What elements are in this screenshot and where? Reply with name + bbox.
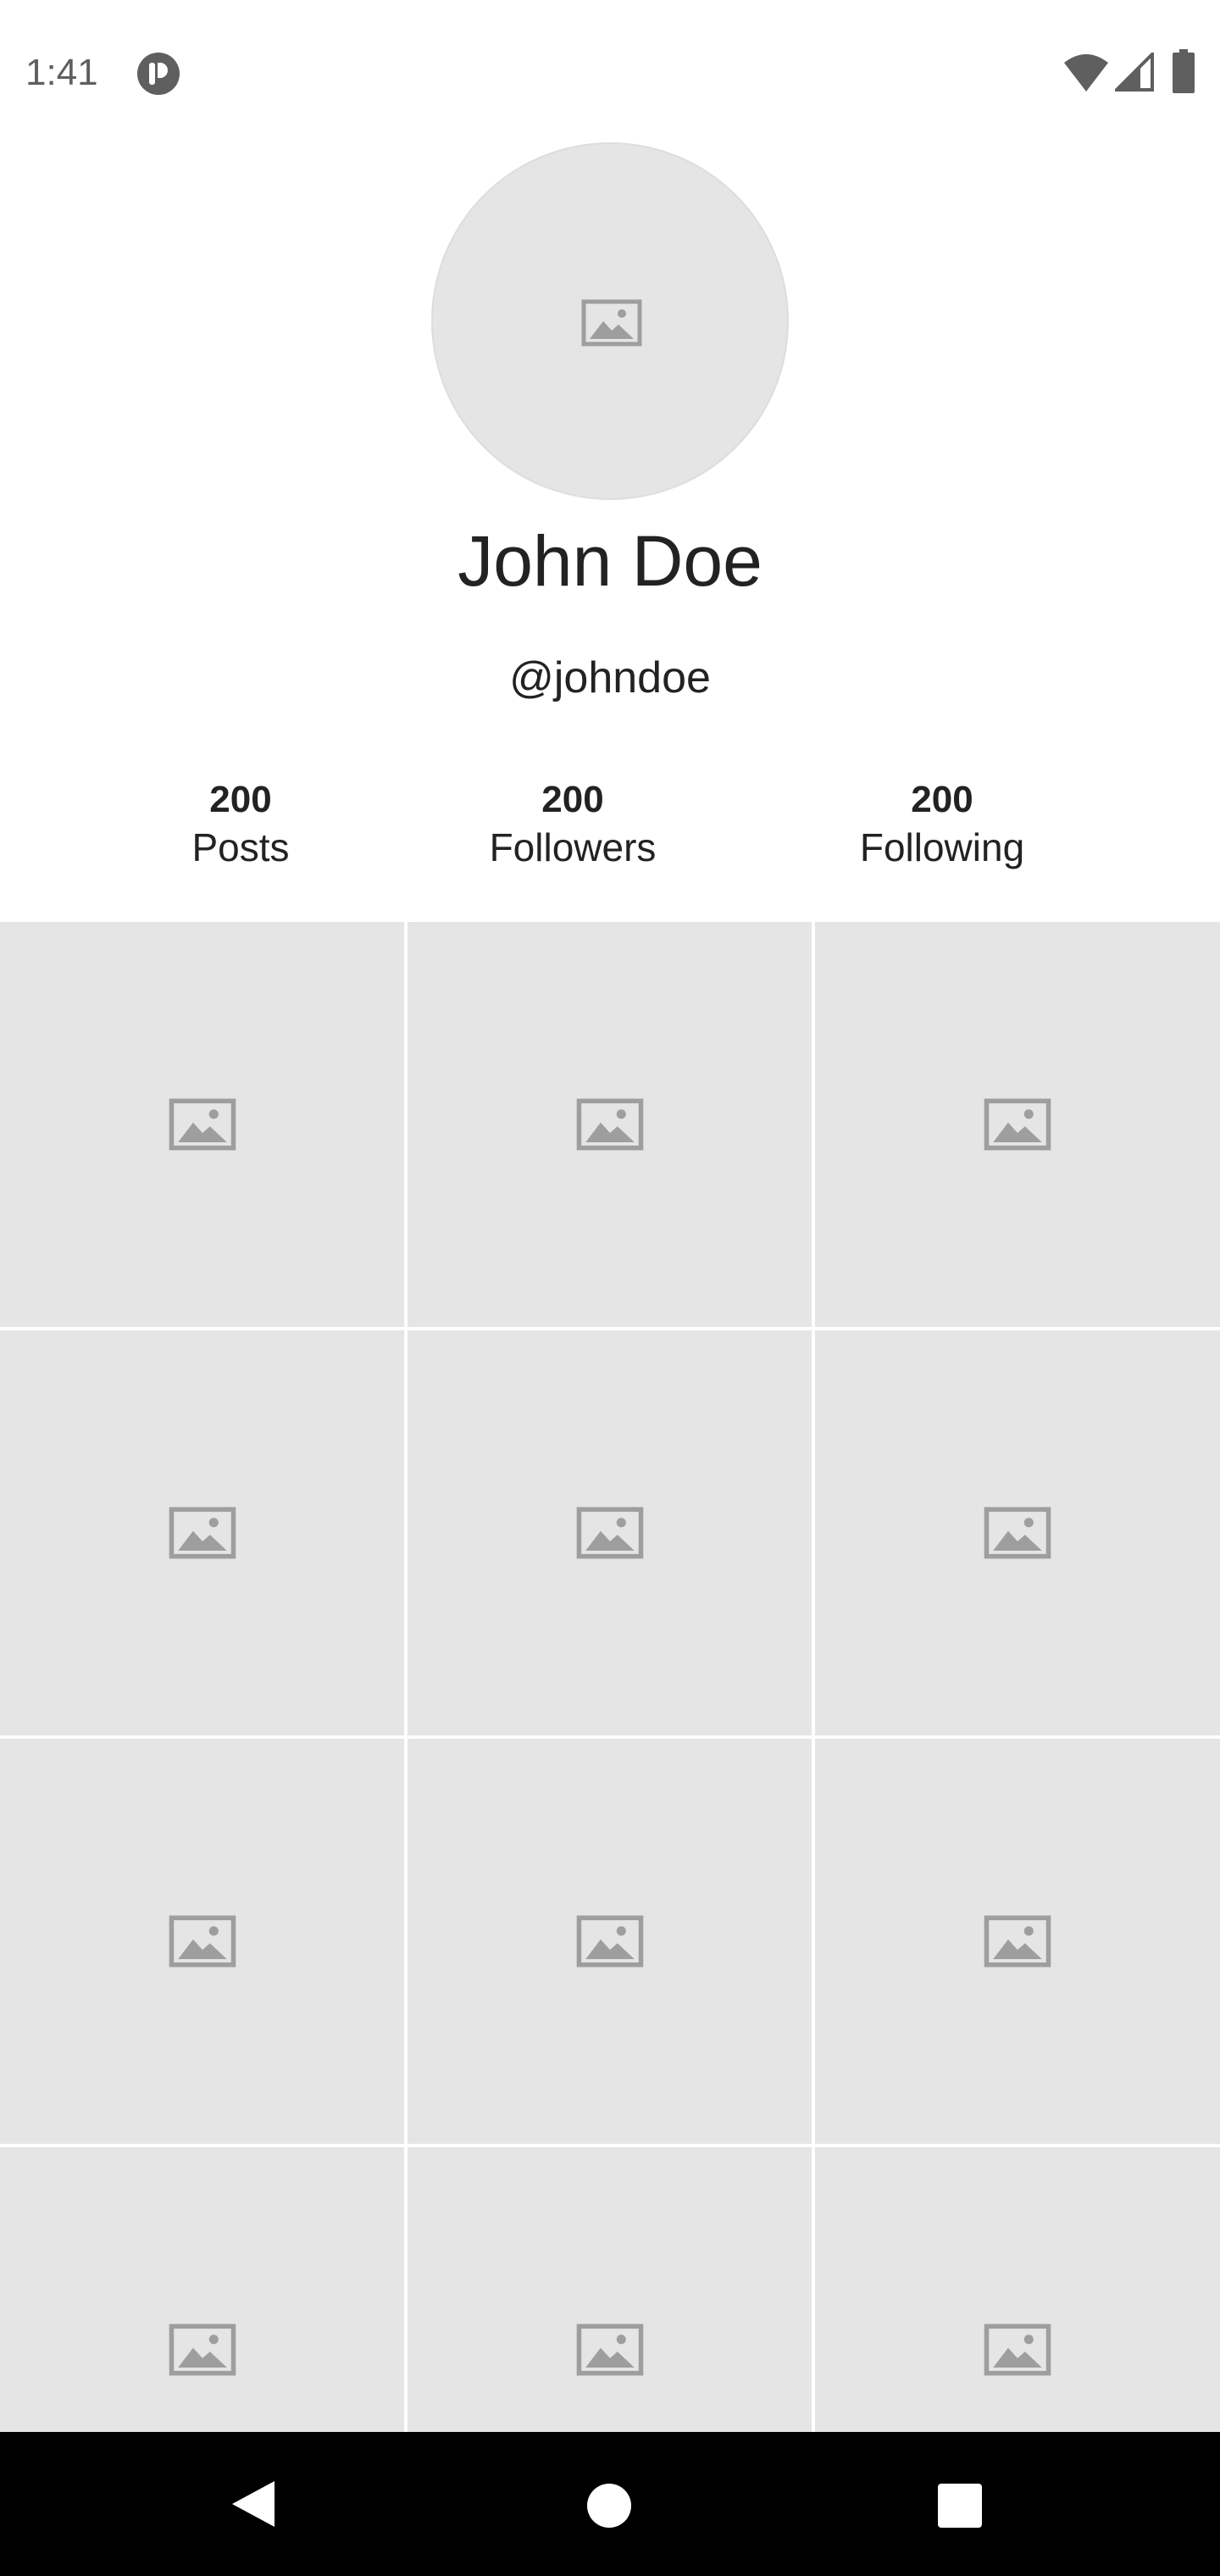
post-tile[interactable] — [0, 922, 404, 1327]
image-placeholder-icon — [576, 2323, 643, 2376]
image-placeholder-icon — [984, 1915, 1051, 1968]
image-placeholder-icon — [169, 1915, 236, 1968]
image-placeholder-icon — [984, 2323, 1051, 2376]
profile-screen: 1:41 John Doe @johndoe 200 Posts 200 Fol… — [0, 0, 1220, 2576]
post-tile[interactable] — [815, 1330, 1220, 1735]
image-placeholder-icon — [169, 1098, 236, 1151]
post-tile[interactable] — [408, 1330, 812, 1735]
post-tile[interactable] — [815, 1739, 1220, 2144]
posts-label: Posts — [191, 825, 290, 869]
image-placeholder-icon — [581, 299, 642, 347]
recents-icon[interactable] — [937, 2483, 983, 2529]
post-tile[interactable] — [408, 2147, 812, 2432]
avatar[interactable] — [431, 142, 789, 500]
image-placeholder-icon — [576, 1507, 643, 1559]
followers-count: 200 — [541, 779, 604, 820]
following-stat[interactable]: 200 Following — [790, 778, 1095, 873]
post-tile[interactable] — [0, 1739, 404, 2144]
post-tile[interactable] — [815, 922, 1220, 1327]
post-tile[interactable] — [0, 2147, 404, 2432]
image-placeholder-icon — [169, 2323, 236, 2376]
following-label: Following — [859, 825, 1025, 869]
following-count: 200 — [911, 779, 973, 820]
signal-icon — [1115, 53, 1154, 92]
image-placeholder-icon — [576, 1915, 643, 1968]
back-icon[interactable] — [229, 2478, 280, 2530]
image-placeholder-icon — [984, 1507, 1051, 1559]
followers-label: Followers — [489, 825, 657, 869]
home-icon[interactable] — [586, 2483, 632, 2529]
posts-count: 200 — [209, 779, 272, 820]
profile-handle: @johndoe — [509, 653, 711, 702]
wifi-icon — [1064, 54, 1108, 92]
posts-stat[interactable]: 200 Posts — [88, 778, 393, 873]
status-bar: 1:41 — [0, 0, 1220, 146]
image-placeholder-icon — [984, 1098, 1051, 1151]
post-tile[interactable] — [815, 2147, 1220, 2432]
status-time: 1:41 — [25, 52, 98, 93]
post-tile[interactable] — [408, 922, 812, 1327]
image-placeholder-icon — [576, 1098, 643, 1151]
image-placeholder-icon — [169, 1507, 236, 1559]
post-grid — [0, 922, 1220, 2432]
post-tile[interactable] — [0, 1330, 404, 1735]
battery-icon — [1173, 49, 1195, 93]
app-notification-icon — [137, 53, 180, 95]
profile-name: John Doe — [458, 521, 762, 601]
followers-stat[interactable]: 200 Followers — [420, 778, 725, 873]
post-tile[interactable] — [408, 1739, 812, 2144]
